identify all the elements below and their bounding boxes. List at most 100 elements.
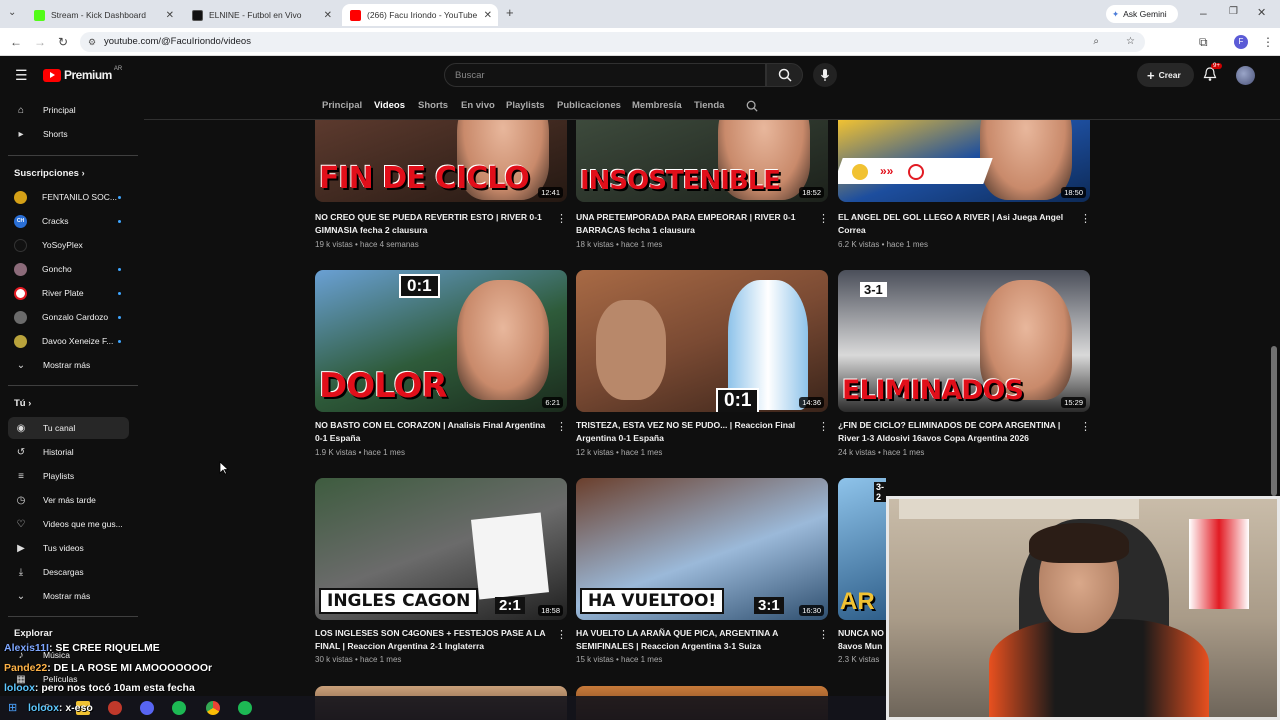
- bookmark-star-icon[interactable]: ☆: [1126, 32, 1135, 52]
- window-close-icon[interactable]: ✕: [1257, 6, 1266, 19]
- restore-icon[interactable]: ❐: [1229, 6, 1238, 17]
- browser-menu-icon[interactable]: ⋮: [1262, 35, 1274, 49]
- search-input[interactable]: Buscar: [444, 63, 766, 87]
- tab-membership[interactable]: Membresía: [632, 100, 682, 111]
- video-title[interactable]: NO BASTO CON EL CORAZON | Analisis Final…: [315, 419, 550, 445]
- chat-text: : pero nos tocó 10am esta fecha: [34, 682, 195, 694]
- sidebar-subs-show-more[interactable]: ⌄ Mostrar más: [8, 354, 129, 376]
- video-thumbnail[interactable]: 0:1 14:36: [576, 270, 828, 412]
- tab-store[interactable]: Tienda: [694, 100, 724, 111]
- tab-posts[interactable]: Publicaciones: [557, 100, 621, 111]
- chat-message: Alexis11I: SE CREE RIQUELME: [4, 642, 160, 654]
- tab-search-icon[interactable]: ⌄: [8, 7, 16, 18]
- tab-close-icon[interactable]: ✕: [166, 10, 174, 21]
- ask-gemini-button[interactable]: ✦ Ask Gemini: [1106, 5, 1178, 23]
- sidebar-item-home[interactable]: ⌂ Principal: [8, 99, 129, 121]
- obs-icon[interactable]: [108, 701, 122, 715]
- tab-close-icon[interactable]: ✕: [484, 10, 492, 21]
- more-options-icon[interactable]: ⋮: [556, 212, 567, 225]
- tab-live[interactable]: En vivo: [461, 100, 495, 111]
- sidebar-item-watch-later[interactable]: ◷ Ver más tarde: [8, 489, 129, 511]
- browser-tab-kick[interactable]: Stream - Kick Dashboard ✕: [26, 4, 180, 26]
- video-title[interactable]: LOS INGLESES SON C4GONES + FESTEJOS PASE…: [315, 627, 550, 653]
- sidebar-sub-davoo-xeneize[interactable]: Davoo Xeneize F...: [8, 330, 129, 352]
- browser-toolbar: ← → ↻ ⚙ youtube.com/@FacuIriondo/videos …: [0, 28, 1280, 56]
- channel-search-icon[interactable]: [746, 100, 758, 112]
- sidebar-item-label: Tus videos: [43, 543, 84, 553]
- sidebar-item-playlists[interactable]: ≡ Playlists: [8, 465, 129, 487]
- voice-search-button[interactable]: [813, 63, 837, 87]
- extensions-icon[interactable]: ⧉: [1199, 35, 1208, 50]
- video-thumbnail[interactable]: 3-2 AR: [838, 478, 886, 620]
- more-options-icon[interactable]: ⋮: [1080, 420, 1091, 433]
- profile-avatar[interactable]: F: [1234, 35, 1248, 49]
- more-options-icon[interactable]: ⋮: [818, 420, 829, 433]
- sidebar-item-your-videos[interactable]: ▶ Tus videos: [8, 537, 129, 559]
- sidebar-sub-gonzalo-cardozo[interactable]: Gonzalo Cardozo: [8, 306, 129, 328]
- tab-shorts[interactable]: Shorts: [418, 100, 448, 111]
- sidebar-item-liked-videos[interactable]: ♡ Videos que me gus...: [8, 513, 129, 535]
- sidebar-item-history[interactable]: ↺ Historial: [8, 441, 129, 463]
- sidebar-sub-goncho[interactable]: Goncho: [8, 258, 129, 280]
- back-icon[interactable]: ←: [10, 35, 22, 49]
- browser-tab-elnine[interactable]: ELNINE - Futbol en Vivo ✕: [184, 4, 338, 26]
- site-info-icon[interactable]: ⚙: [88, 32, 96, 52]
- search-button[interactable]: [766, 63, 803, 87]
- more-options-icon[interactable]: ⋮: [818, 628, 829, 641]
- sidebar-item-shorts[interactable]: ▸ Shorts: [8, 123, 129, 145]
- video-thumbnail[interactable]: INSOSTENIBLE 18:52: [576, 120, 828, 202]
- sidebar-item-your-channel[interactable]: ◉ Tu canal: [8, 417, 129, 439]
- sidebar-sub-cracks[interactable]: CH Cracks: [8, 210, 129, 232]
- youtube-logo[interactable]: Premium AR: [43, 66, 122, 82]
- sidebar-you-show-more[interactable]: ⌄ Mostrar más: [8, 585, 129, 607]
- divider: [8, 385, 138, 386]
- video-thumbnail[interactable]: »» 18:50: [838, 120, 1090, 202]
- sidebar: ⌂ Principal ▸ Shorts Suscripciones › FEN…: [0, 94, 138, 720]
- more-options-icon[interactable]: ⋮: [1080, 212, 1091, 225]
- discord-icon[interactable]: [140, 701, 154, 715]
- windows-start-icon[interactable]: ⊞: [8, 701, 17, 714]
- chrome-icon[interactable]: [206, 701, 220, 715]
- account-avatar[interactable]: [1236, 66, 1255, 85]
- zoom-icon[interactable]: ⌕: [1093, 32, 1099, 52]
- create-button[interactable]: + Crear: [1137, 63, 1194, 87]
- thumbnail-overlay-text: INGLES CAGON: [319, 588, 479, 614]
- tab-principal[interactable]: Principal: [322, 100, 362, 111]
- new-tab-icon[interactable]: +: [506, 5, 514, 20]
- notifications-button[interactable]: 9+: [1203, 63, 1222, 87]
- more-options-icon[interactable]: ⋮: [556, 420, 567, 433]
- more-options-icon[interactable]: ⋮: [556, 628, 567, 641]
- video-thumbnail[interactable]: FIN DE CICLO 12:41: [315, 120, 567, 202]
- video-title[interactable]: ¿FIN DE CICLO? ELIMINADOS DE COPA ARGENT…: [838, 419, 1073, 445]
- tab-playlists[interactable]: Playlists: [506, 100, 545, 111]
- video-title[interactable]: UNA PRETEMPORADA PARA EMPEORAR | RIVER 0…: [576, 211, 811, 237]
- spotify-icon[interactable]: [172, 701, 186, 715]
- page-scrollbar[interactable]: [1271, 346, 1277, 496]
- video-title[interactable]: NO CREO QUE SE PUEDA REVERTIR ESTO | RIV…: [315, 211, 550, 237]
- sidebar-sub-fentanilo[interactable]: FENTANILO SOC...: [8, 186, 129, 208]
- more-options-icon[interactable]: ⋮: [818, 212, 829, 225]
- divider: [8, 616, 138, 617]
- you-heading[interactable]: Tú ›: [14, 398, 31, 409]
- address-bar[interactable]: ⚙ youtube.com/@FacuIriondo/videos ☆ ⌕: [80, 32, 1145, 52]
- reload-icon[interactable]: ↻: [58, 35, 68, 49]
- video-title[interactable]: HA VUELTO LA ARAÑA QUE PICA, ARGENTINA A…: [576, 627, 811, 653]
- video-thumbnail[interactable]: 3-1 ELIMINADOS 15:29: [838, 270, 1090, 412]
- video-thumbnail[interactable]: INGLES CAGON 2:1 18:58: [315, 478, 567, 620]
- spotify-icon[interactable]: [238, 701, 252, 715]
- video-thumbnail[interactable]: HA VUELTOO! 3:1 16:30: [576, 478, 828, 620]
- hamburger-menu-icon[interactable]: ☰: [15, 67, 28, 84]
- browser-tab-youtube[interactable]: (266) Facu Iriondo - YouTube ✕: [342, 4, 498, 26]
- sidebar-sub-yosoyplex[interactable]: YoSoyPlex: [8, 234, 129, 256]
- video-title[interactable]: EL ANGEL DEL GOL LLEGO A RIVER | Asi Jue…: [838, 211, 1073, 237]
- tab-videos[interactable]: Videos: [374, 100, 405, 111]
- tab-close-icon[interactable]: ✕: [324, 10, 332, 21]
- video-title[interactable]: TRISTEZA, ESTA VEZ NO SE PUDO... | Reacc…: [576, 419, 811, 445]
- minimize-icon[interactable]: –: [1200, 6, 1207, 20]
- sidebar-sub-river-plate[interactable]: River Plate: [8, 282, 129, 304]
- sidebar-item-downloads[interactable]: ⤓ Descargas: [8, 561, 129, 583]
- subscriptions-heading[interactable]: Suscripciones ›: [14, 168, 85, 179]
- video-thumbnail[interactable]: 0:1 DOLOR 6:21: [315, 270, 567, 412]
- video-title[interactable]: NUNCA NO: [838, 627, 888, 640]
- forward-icon[interactable]: →: [34, 35, 46, 49]
